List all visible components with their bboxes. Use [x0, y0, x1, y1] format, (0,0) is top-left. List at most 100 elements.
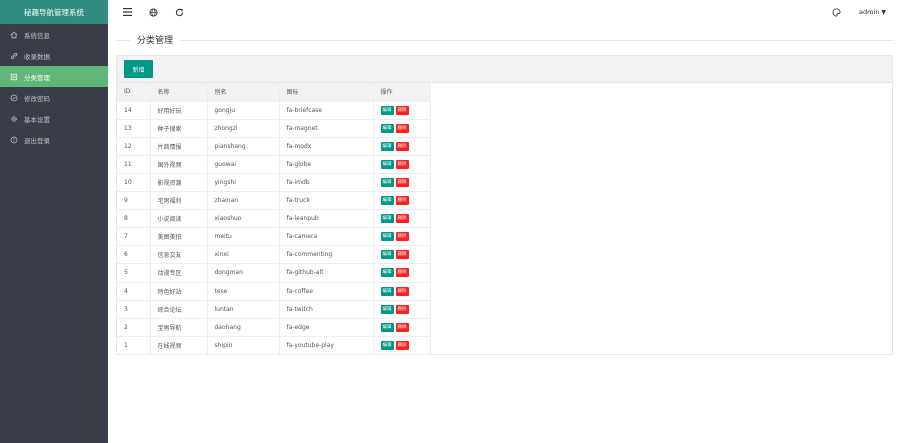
- delete-button[interactable]: 删除: [395, 196, 409, 206]
- column-header-icon[interactable]: 图标: [279, 83, 374, 102]
- cell-icon: fa-camera: [279, 227, 374, 247]
- cell-icon: fa-leanpub: [279, 209, 374, 229]
- section-header: 分类管理: [116, 24, 893, 55]
- cell-name: 片商情报: [150, 137, 208, 156]
- cell-icon: fa-coffee: [279, 282, 374, 301]
- cell-name: 影视资源: [150, 173, 208, 193]
- edit-button[interactable]: 编辑: [380, 214, 394, 224]
- edit-button[interactable]: 编辑: [380, 141, 394, 151]
- edit-button[interactable]: 编辑: [380, 196, 394, 206]
- column-header-alias[interactable]: 别名: [207, 83, 280, 102]
- table-row: 14 好用好玩 gongju fa-briefcase 编辑 删除: [117, 101, 431, 120]
- edit-button[interactable]: 编辑: [380, 304, 394, 314]
- palette-icon[interactable]: [830, 6, 842, 18]
- edit-button[interactable]: 编辑: [380, 123, 394, 133]
- cell-icon: fa-truck: [279, 191, 374, 211]
- sidebar-item-1[interactable]: 收录数据: [0, 45, 108, 66]
- refresh-icon[interactable]: [173, 6, 185, 18]
- row-actions: 编辑 删除: [380, 123, 430, 133]
- cell-name: 动漫专区: [150, 263, 208, 283]
- cell-id: 9: [117, 191, 151, 211]
- delete-button[interactable]: 删除: [395, 268, 409, 278]
- cell-icon: fa-modx: [279, 137, 374, 156]
- sidebar-item-2[interactable]: 分类管理: [0, 66, 108, 87]
- column-header-name[interactable]: 名称: [150, 83, 208, 102]
- cell-actions: 编辑 删除: [373, 173, 431, 193]
- cell-id: 4: [117, 282, 151, 301]
- cell-name: 综合论坛: [150, 300, 208, 319]
- delete-button[interactable]: 删除: [395, 322, 409, 332]
- sidebar-item-label: 收录数据: [24, 52, 50, 61]
- menu-icon[interactable]: [121, 6, 133, 18]
- row-actions: 编辑 删除: [380, 141, 430, 151]
- sidebar-item-5[interactable]: 退出登录: [0, 129, 108, 150]
- cell-name: 信息交友: [150, 245, 208, 265]
- gear-icon: [9, 114, 18, 123]
- table-row: 6 信息交友 xinxi fa-commenting 编辑 删除: [117, 245, 431, 265]
- edit-button[interactable]: 编辑: [380, 340, 394, 350]
- row-actions: 编辑 删除: [380, 105, 430, 115]
- delete-button[interactable]: 删除: [395, 214, 409, 224]
- cell-name: 国外视频: [150, 155, 208, 174]
- delete-button[interactable]: 删除: [395, 340, 409, 350]
- delete-button[interactable]: 删除: [395, 159, 409, 169]
- cell-id: 10: [117, 173, 151, 193]
- table-row: 8 小说阅读 xiaoshuo fa-leanpub 编辑 删除: [117, 209, 431, 229]
- row-actions: 编辑 删除: [380, 250, 430, 260]
- cell-actions: 编辑 删除: [373, 227, 431, 247]
- cell-actions: 编辑 删除: [373, 101, 431, 120]
- sidebar-item-label: 系统信息: [24, 31, 50, 40]
- user-menu[interactable]: admin ▼: [859, 8, 886, 16]
- cell-actions: 编辑 删除: [373, 137, 431, 156]
- cell-id: 1: [117, 336, 151, 355]
- delete-button[interactable]: 删除: [395, 232, 409, 242]
- cell-alias: xiaoshuo: [207, 209, 280, 229]
- cell-id: 2: [117, 318, 151, 337]
- cell-name: 宝男导航: [150, 318, 208, 337]
- edit-button[interactable]: 编辑: [380, 159, 394, 169]
- sidebar-item-label: 基本设置: [24, 115, 50, 124]
- edit-button[interactable]: 编辑: [380, 286, 394, 296]
- page-title: 分类管理: [130, 33, 181, 46]
- globe-icon[interactable]: [147, 6, 159, 18]
- table-row: 12 片商情报 pianshang fa-modx 编辑 删除: [117, 137, 431, 156]
- cell-id: 3: [117, 300, 151, 319]
- cell-icon: fa-globe: [279, 155, 374, 174]
- shield-icon: [9, 93, 18, 102]
- edit-button[interactable]: 编辑: [380, 268, 394, 278]
- row-actions: 编辑 删除: [380, 340, 430, 350]
- cell-actions: 编辑 删除: [373, 282, 431, 301]
- cell-icon: fa-youtube-play: [279, 336, 374, 355]
- edit-button[interactable]: 编辑: [380, 250, 394, 260]
- delete-button[interactable]: 删除: [395, 286, 409, 296]
- column-header-id[interactable]: ID: [117, 83, 151, 102]
- sidebar-item-4[interactable]: 基本设置: [0, 108, 108, 129]
- table-row: 13 种子搜索 zhongzi fa-magnet 编辑 删除: [117, 119, 431, 138]
- cell-name: 宅男福利: [150, 191, 208, 211]
- cell-alias: guowai: [207, 155, 280, 174]
- table-body: 14 好用好玩 gongju fa-briefcase 编辑 删除 13 种子搜索 zhongz…: [117, 101, 431, 355]
- list-icon: [9, 72, 18, 81]
- delete-button[interactable]: 删除: [395, 105, 409, 115]
- cell-id: 6: [117, 245, 151, 265]
- edit-button[interactable]: 编辑: [380, 178, 394, 188]
- sidebar: 秘趣导航管理系统 系统信息收录数据分类管理 修改密码基本设置退出登录: [0, 0, 108, 443]
- delete-button[interactable]: 删除: [395, 304, 409, 314]
- cell-alias: luntan: [207, 300, 280, 319]
- delete-button[interactable]: 删除: [395, 123, 409, 133]
- sidebar-item-0[interactable]: 系统信息: [0, 24, 108, 45]
- main-content: 分类管理 新增 ID 名称 别名 图标 操作 14 好用好玩 gongju fa-br…: [108, 24, 900, 443]
- cell-icon: fa-magnet: [279, 119, 374, 138]
- cell-alias: zhongzi: [207, 119, 280, 138]
- table-row: 10 影视资源 yingshi fa-imdb 编辑 删除: [117, 173, 431, 193]
- sidebar-item-3[interactable]: 修改密码: [0, 87, 108, 108]
- add-category-button[interactable]: 新增: [124, 60, 153, 78]
- delete-button[interactable]: 删除: [395, 178, 409, 188]
- link-icon: [9, 51, 18, 60]
- delete-button[interactable]: 删除: [395, 141, 409, 151]
- edit-button[interactable]: 编辑: [380, 322, 394, 332]
- app-logo[interactable]: 秘趣导航管理系统: [0, 0, 108, 24]
- edit-button[interactable]: 编辑: [380, 105, 394, 115]
- delete-button[interactable]: 删除: [395, 250, 409, 260]
- edit-button[interactable]: 编辑: [380, 232, 394, 242]
